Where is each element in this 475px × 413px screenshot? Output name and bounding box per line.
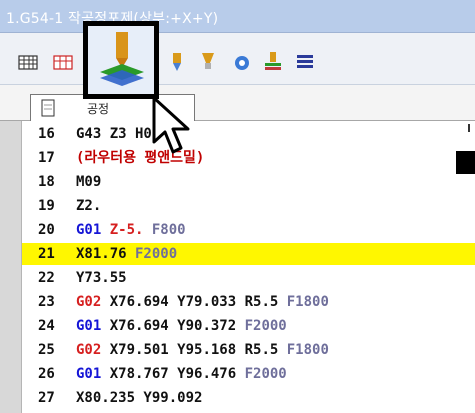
code-token: X81.76 (76, 246, 127, 262)
code-token: G01 (76, 366, 102, 382)
code-token: F2000 (236, 366, 287, 382)
code-token: X76.694 Y79.033 R5.5 (101, 294, 279, 310)
title-bar: 1.G54-1 작공정포제(상부:+X+Y) (0, 0, 475, 33)
tab-strip: 공정 (0, 85, 475, 121)
code-line[interactable]: 17 (라우터용 평앤드밀) (22, 147, 475, 169)
line-number: 25 (38, 342, 55, 358)
line-number: 18 (38, 174, 55, 190)
code-token: F2000 (126, 246, 178, 262)
code-token: Z-5. (101, 222, 144, 238)
document-icon (41, 99, 55, 117)
bookmark-marker (456, 151, 475, 174)
code-text: Z2. (76, 195, 101, 217)
code-token: G02 (76, 342, 102, 358)
code-token: G01 (76, 318, 102, 334)
code-line[interactable]: 21 X81.76 F2000 (22, 243, 475, 265)
code-line[interactable]: 25 G02 X79.501 Y95.168 R5.5 F1800 (22, 339, 475, 361)
code-token: Z2. (76, 198, 102, 214)
code-line[interactable]: 22 Y73.55 (22, 267, 475, 289)
code-text: Y73.55 (76, 267, 127, 289)
camera-icon[interactable] (232, 51, 252, 73)
line-number: 16 (38, 126, 55, 142)
code-text: G01 X78.767 Y96.476 F2000 (76, 363, 287, 385)
mouse-cursor-icon (152, 96, 190, 154)
code-text: X80.235 Y99.092 (76, 387, 202, 409)
code-line[interactable]: 19 Z2. (22, 195, 475, 217)
code-token: X79.501 Y95.168 R5.5 (101, 342, 279, 358)
code-token: F2000 (236, 318, 287, 334)
scroll-indicator (468, 124, 470, 132)
code-text: M09 (76, 171, 101, 193)
drill-tool-icon[interactable] (167, 51, 187, 73)
code-text: G01 X76.694 Y90.372 F2000 (76, 315, 287, 337)
code-token: F1800 (278, 294, 329, 310)
line-gutter (0, 121, 22, 413)
stacked-tool-icon[interactable] (263, 51, 283, 73)
tab-label: 공정 (87, 102, 110, 116)
code-token: M09 (76, 174, 102, 190)
code-editor[interactable]: 16 G43 Z3 H01 17 (라우터용 평앤드밀) 18 M09 19 Z2. 20 G01… (22, 121, 475, 413)
line-number: 26 (38, 366, 55, 382)
line-number: 21 (38, 246, 55, 262)
code-line[interactable]: 27 X80.235 Y99.092 (22, 387, 475, 409)
line-number: 27 (38, 390, 55, 406)
code-token: X80.235 Y99.092 (76, 390, 203, 406)
code-token: Y73.55 (76, 270, 127, 286)
code-token: G43 Z3 (76, 126, 127, 142)
code-line[interactable]: 26 G01 X78.767 Y96.476 F2000 (22, 363, 475, 385)
code-text: G02 X76.694 Y79.033 R5.5 F1800 (76, 291, 329, 313)
line-number: 22 (38, 270, 55, 286)
end-mill-icon[interactable] (198, 51, 218, 73)
code-token: F800 (143, 222, 186, 238)
grid-icon[interactable] (53, 51, 73, 73)
code-line[interactable]: 24 G01 X76.694 Y90.372 F2000 (22, 315, 475, 337)
code-token: F1800 (278, 342, 329, 358)
line-number: 19 (38, 198, 55, 214)
line-number: 24 (38, 318, 55, 334)
code-line[interactable]: 23 G02 X76.694 Y79.033 R5.5 F1800 (22, 291, 475, 313)
code-token: G01 (76, 222, 102, 238)
list-icon[interactable] (295, 51, 315, 73)
code-text: X81.76 F2000 (76, 243, 177, 265)
code-token: X78.767 Y96.476 (101, 366, 237, 382)
toolbar (0, 33, 475, 85)
code-text: G01 Z-5. F800 (76, 219, 186, 241)
line-number: 17 (38, 150, 55, 166)
line-number: 23 (38, 294, 55, 310)
stacked-tool-icon (100, 32, 144, 86)
zoomed-toolbar-button[interactable] (83, 21, 159, 99)
grid-icon[interactable] (18, 51, 38, 73)
code-token: X76.694 Y90.372 (101, 318, 237, 334)
code-line[interactable]: 16 G43 Z3 H01 (22, 123, 475, 145)
code-line[interactable]: 20 G01 Z-5. F800 (22, 219, 475, 241)
line-number: 20 (38, 222, 55, 238)
code-token: G02 (76, 294, 102, 310)
code-text: G02 X79.501 Y95.168 R5.5 F1800 (76, 339, 329, 361)
code-line[interactable]: 18 M09 (22, 171, 475, 193)
